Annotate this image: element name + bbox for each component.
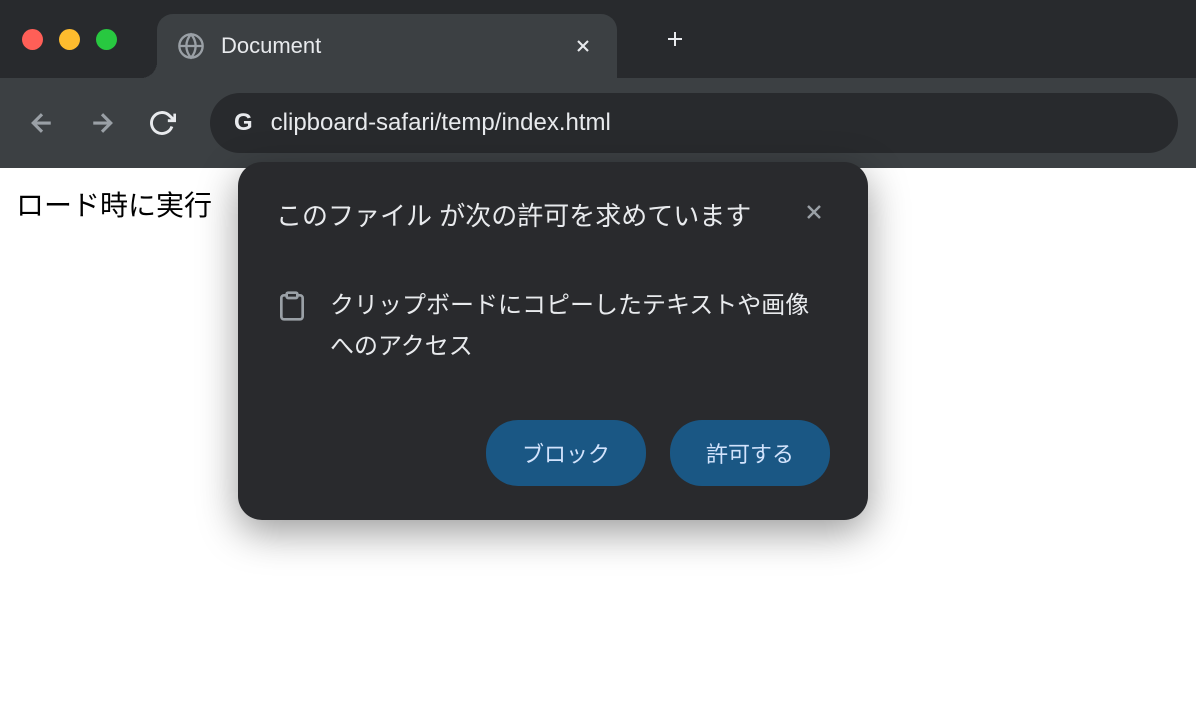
window-controls <box>22 29 117 50</box>
forward-button[interactable] <box>78 99 126 147</box>
tab-bar: Document <box>0 0 1196 78</box>
dialog-body: クリップボードにコピーしたテキストや画像へのアクセス <box>276 286 830 368</box>
globe-icon <box>177 32 205 60</box>
browser-chrome: Document <box>0 0 1196 168</box>
maximize-window-button[interactable] <box>96 29 117 50</box>
close-tab-button[interactable] <box>569 32 597 60</box>
new-tab-button[interactable] <box>657 21 693 57</box>
allow-button[interactable]: 許可する <box>670 420 830 486</box>
dialog-message: クリップボードにコピーしたテキストや画像へのアクセス <box>330 286 830 368</box>
dialog-header: このファイル が次の許可を求めています <box>276 194 830 238</box>
back-button[interactable] <box>18 99 66 147</box>
tab-title: Document <box>221 33 569 59</box>
toolbar: G clipboard-safari/temp/index.html <box>0 78 1196 168</box>
close-window-button[interactable] <box>22 29 43 50</box>
reload-button[interactable] <box>138 99 186 147</box>
dialog-close-button[interactable] <box>798 196 830 228</box>
dialog-title: このファイル が次の許可を求めています <box>276 194 778 238</box>
clipboard-icon <box>276 290 308 327</box>
block-button[interactable]: ブロック <box>486 420 646 486</box>
dialog-actions: ブロック 許可する <box>276 420 830 486</box>
address-url: clipboard-safari/temp/index.html <box>271 109 611 137</box>
google-icon: G <box>234 109 253 137</box>
address-bar[interactable]: G clipboard-safari/temp/index.html <box>210 93 1178 153</box>
browser-tab[interactable]: Document <box>157 14 617 78</box>
permission-dialog: このファイル が次の許可を求めています クリップボードにコピーしたテキストや画像… <box>238 162 868 520</box>
minimize-window-button[interactable] <box>59 29 80 50</box>
